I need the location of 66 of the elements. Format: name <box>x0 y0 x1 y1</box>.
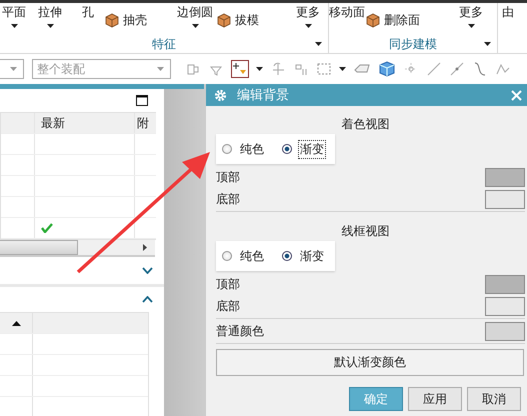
line-icon[interactable] <box>449 61 465 77</box>
column-header[interactable]: 附 <box>135 113 156 134</box>
scrollbar-thumb[interactable] <box>0 240 78 256</box>
box-icon[interactable] <box>104 12 120 28</box>
radio-option[interactable]: 纯色 <box>222 140 266 158</box>
select-box-icon[interactable] <box>316 61 332 77</box>
close-icon[interactable] <box>511 90 522 100</box>
caret-icon[interactable] <box>10 24 18 28</box>
group-label: 同步建模 <box>389 37 437 51</box>
dialog-button[interactable]: 应用 <box>408 387 462 411</box>
chevron-up-icon[interactable] <box>142 296 154 303</box>
sort-ascending-icon[interactable] <box>12 320 20 326</box>
ribbon-command[interactable]: 删除面 <box>384 13 420 27</box>
scroll-right-icon[interactable] <box>143 244 147 252</box>
expand-icon[interactable] <box>315 42 322 46</box>
section-heading: 线框视图 <box>342 224 390 238</box>
dialog-button[interactable]: 取消 <box>467 387 521 411</box>
color-label: 顶部 <box>216 276 240 292</box>
radio-button[interactable] <box>282 251 292 261</box>
radio-button[interactable] <box>282 144 292 154</box>
filter-dropdown[interactable] <box>0 59 24 79</box>
box-icon[interactable] <box>365 12 381 28</box>
ribbon-command[interactable]: 由 <box>502 5 514 19</box>
radio-option[interactable]: 渐变 <box>282 246 326 266</box>
color-swatch[interactable] <box>485 274 525 294</box>
color-label: 底部 <box>216 298 240 314</box>
radio-button[interactable] <box>222 144 232 154</box>
caret-icon <box>157 67 164 71</box>
ribbon-command[interactable]: 平面 <box>2 5 26 19</box>
column-header[interactable]: 最新 <box>35 113 135 134</box>
expand-icon[interactable] <box>484 42 491 46</box>
radio-button[interactable] <box>222 251 232 261</box>
caret-icon[interactable] <box>304 24 312 28</box>
color-label: 普通颜色 <box>216 322 264 340</box>
box-icon[interactable] <box>216 12 232 28</box>
default-gradient-button[interactable]: 默认渐变颜色 <box>216 349 524 376</box>
caret-icon <box>10 67 17 71</box>
curve-icon[interactable] <box>472 61 488 77</box>
ribbon-command[interactable]: 拉伸 <box>38 5 62 19</box>
cube-icon[interactable] <box>378 60 396 78</box>
ribbon-command[interactable]: 孔 <box>82 5 94 19</box>
color-swatch[interactable] <box>485 190 525 208</box>
ribbon-command[interactable]: 抽壳 <box>123 13 147 27</box>
maximize-icon[interactable] <box>136 95 148 106</box>
group-label: 特征 <box>152 37 176 51</box>
selection-filter-icon[interactable] <box>231 60 249 78</box>
ribbon-command[interactable]: 拔模 <box>235 13 259 27</box>
section-heading: 着色视图 <box>342 117 390 131</box>
caret-icon[interactable] <box>468 24 474 28</box>
caret-icon[interactable] <box>46 24 54 28</box>
caret-icon[interactable] <box>339 67 346 71</box>
ribbon-command[interactable]: 边倒圆 <box>177 5 213 19</box>
color-label: 顶部 <box>216 168 240 186</box>
dialog-title: 编辑背景 <box>237 87 290 104</box>
caret-icon[interactable] <box>256 67 263 71</box>
settings-icon <box>214 88 228 102</box>
color-swatch[interactable] <box>485 296 525 316</box>
chevron-down-icon[interactable] <box>142 267 154 274</box>
radio-option[interactable]: 纯色 <box>222 246 266 266</box>
color-swatch[interactable] <box>485 322 525 340</box>
ribbon-command[interactable]: 更多 <box>296 5 320 19</box>
ribbon-command[interactable]: 更多 <box>459 5 483 19</box>
color-swatch[interactable] <box>485 168 525 186</box>
ribbon-command[interactable]: 移动面 <box>329 5 365 19</box>
color-label: 底部 <box>216 190 240 208</box>
caret-icon[interactable] <box>192 24 198 28</box>
